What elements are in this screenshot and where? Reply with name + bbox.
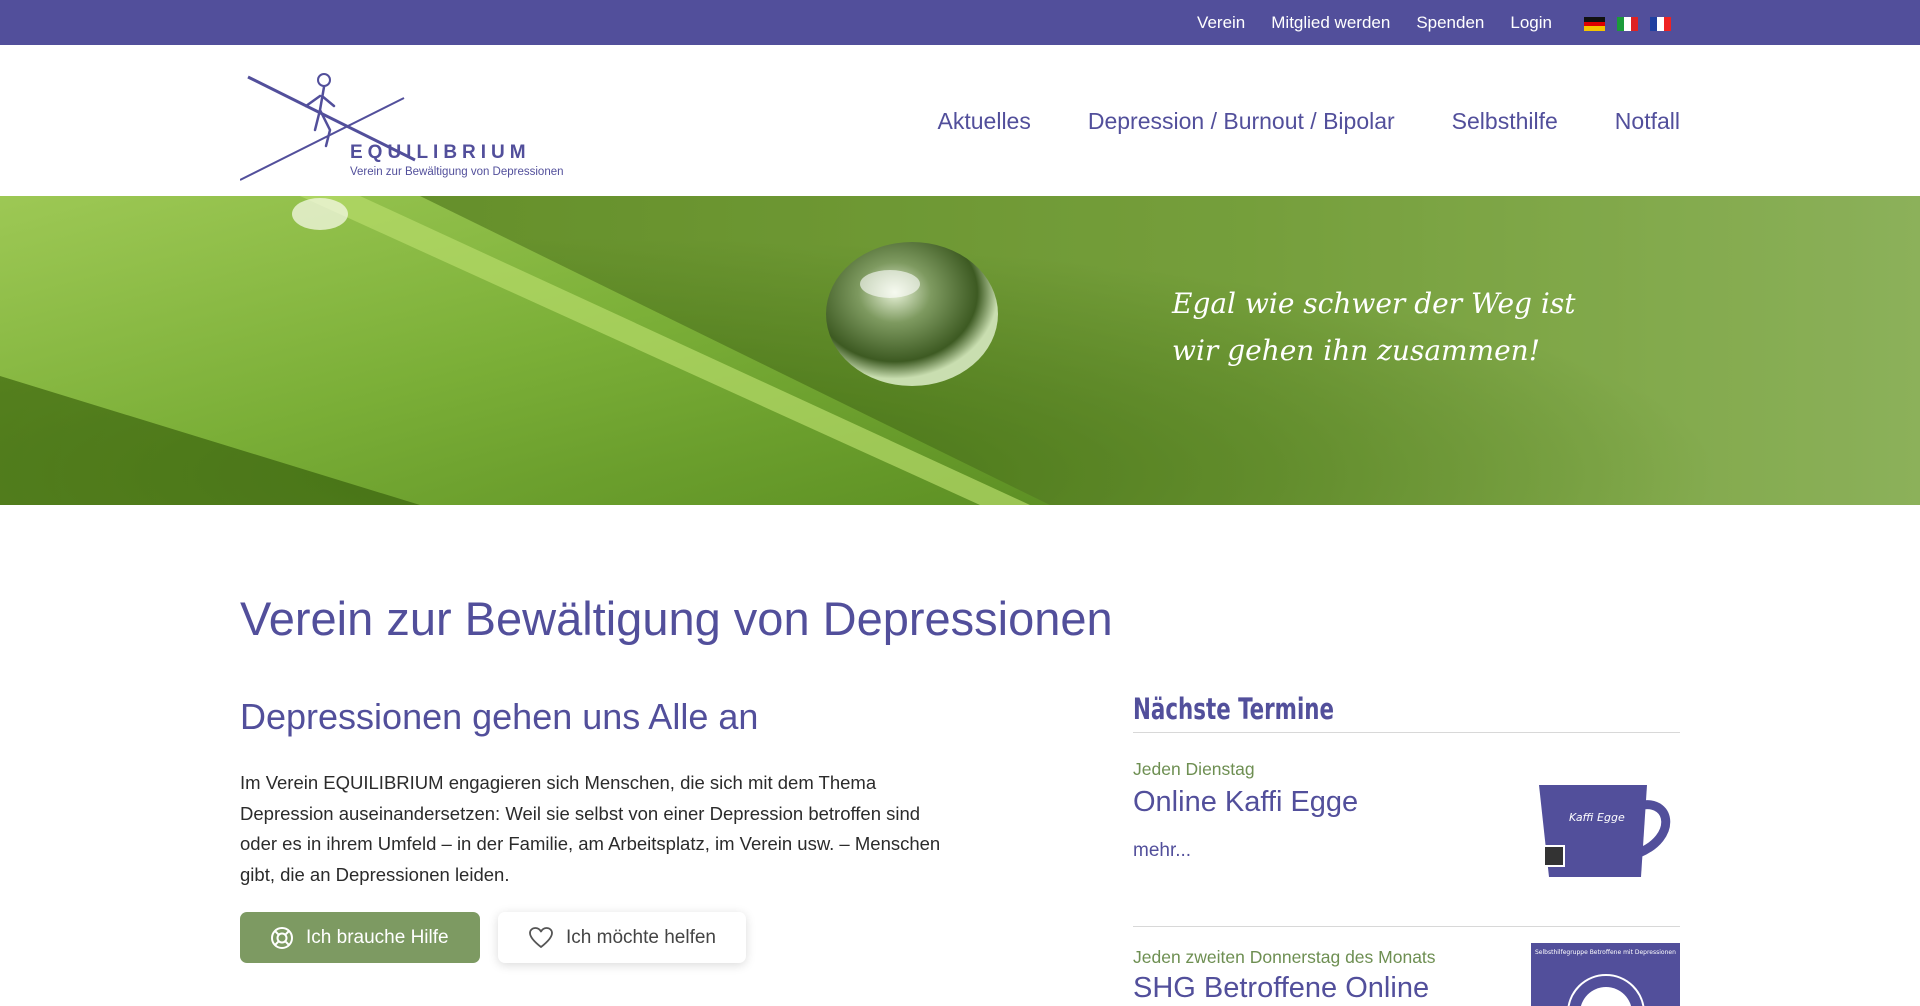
main-nav-aktuelles[interactable]: Aktuelles [938,108,1031,135]
hero-leaf-image [0,196,1920,505]
upcoming-events-title: Nächste Termine [1133,692,1335,726]
want-to-help-label: Ich möchte helfen [566,926,716,948]
event-1-title[interactable]: Online Kaffi Egge [1133,786,1358,819]
logo-wordmark: EQUILIBRIUM [350,142,531,163]
want-to-help-button[interactable]: Ich möchte helfen [498,912,746,963]
top-nav-login[interactable]: Login [1510,13,1552,33]
top-nav-verein[interactable]: Verein [1197,13,1245,33]
event-2-thumbnail[interactable]: Selbsthilfegruppe Betroffene mit Depress… [1531,943,1680,1006]
event-2-date: Jeden zweiten Donnerstag des Monats [1133,947,1436,967]
main-nav-notfall[interactable]: Notfall [1615,108,1680,135]
event-2-title[interactable]: SHG Betroffene Online [1133,972,1429,1005]
top-nav-spenden[interactable]: Spenden [1416,13,1484,33]
main-nav: Aktuelles Depression / Burnout / Bipolar… [938,108,1680,135]
hero-quote: Egal wie schwer der Weg ist wir gehen ih… [1172,280,1592,374]
upcoming-events-divider [1133,732,1680,733]
event-1-thumbnail-text: Kaffi Egge [1569,811,1625,824]
flag-de-icon[interactable] [1584,17,1605,32]
heart-icon [529,926,553,948]
need-help-label: Ich brauche Hilfe [306,926,449,948]
event-1-thumbnail[interactable]: Kaffi Egge [1531,781,1680,883]
logo-tagline: Verein zur Bewältigung von Depressionen [350,166,564,178]
top-nav-mitglied-werden[interactable]: Mitglied werden [1271,13,1390,33]
main-nav-selbsthilfe[interactable]: Selbsthilfe [1452,108,1558,135]
top-bar: Verein Mitglied werden Spenden Login [0,0,1920,45]
hero-quote-line-1: Egal wie schwer der Weg ist [1172,287,1576,320]
event-divider [1133,926,1680,927]
section-title: Depressionen gehen uns Alle an [240,696,759,737]
flag-it-icon[interactable] [1617,17,1638,31]
cup-image: Kaffi Egge [1531,781,1680,883]
intro-text: Im Verein EQUILIBRIUM engagieren sich Me… [240,772,941,885]
need-help-button[interactable]: Ich brauche Hilfe [240,912,480,963]
event-2-thumbnail-text: Selbsthilfegruppe Betroffene mit Depress… [1535,949,1676,956]
logo[interactable]: EQUILIBRIUM Verein zur Bewältigung von D… [239,60,620,186]
event-1-date: Jeden Dienstag [1133,759,1255,779]
hero-quote-line-2: wir gehen ihn zusammen! [1172,334,1540,367]
flag-fr-icon[interactable] [1650,17,1671,31]
language-switcher [1584,17,1671,32]
hero-banner: Egal wie schwer der Weg ist wir gehen ih… [0,196,1920,505]
page-title: Verein zur Bewältigung von Depressionen [240,592,1113,645]
lifebuoy-icon [271,926,293,949]
event-1-more-link[interactable]: mehr... [1133,840,1191,862]
selfhelp-group-image: Selbsthilfegruppe Betroffene mit Depress… [1531,943,1680,1006]
site-header: EQUILIBRIUM Verein zur Bewältigung von D… [0,45,1920,196]
top-nav: Verein Mitglied werden Spenden Login [1197,0,1552,45]
main-nav-depression[interactable]: Depression / Burnout / Bipolar [1088,108,1395,135]
